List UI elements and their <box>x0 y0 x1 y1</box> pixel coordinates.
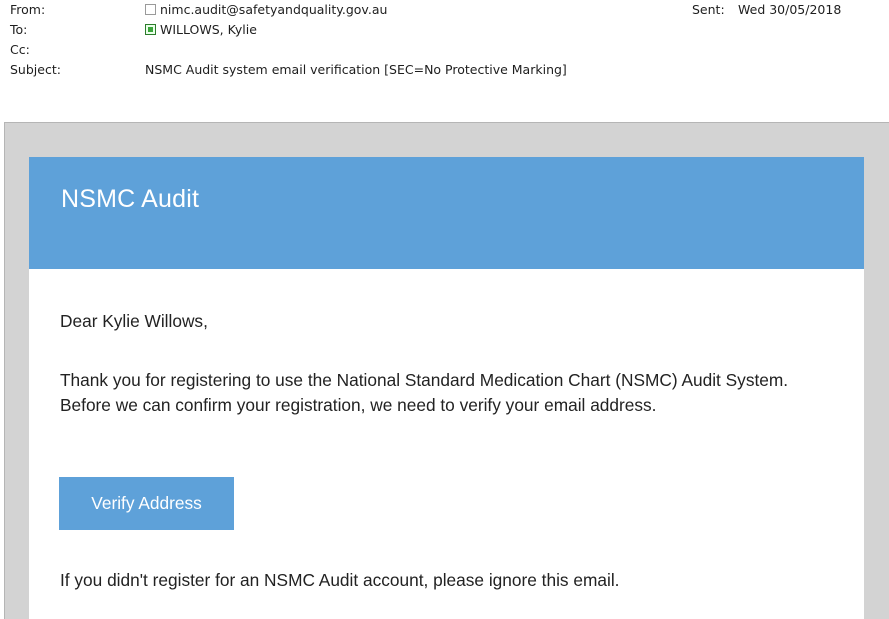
email-greeting: Dear Kylie Willows, <box>60 311 208 331</box>
subject-value: NSMC Audit system email verification [SE… <box>145 62 567 77</box>
message-header: From: nimc.audit@safetyandquality.gov.au… <box>0 0 889 122</box>
to-row: To: WILLOWS, Kylie <box>0 20 889 40</box>
email-banner: NSMC Audit <box>29 157 864 269</box>
from-address[interactable]: nimc.audit@safetyandquality.gov.au <box>160 2 387 17</box>
verify-address-button[interactable]: Verify Address <box>59 477 234 530</box>
email-banner-title: NSMC Audit <box>61 185 200 213</box>
to-value[interactable]: WILLOWS, Kylie <box>145 20 257 40</box>
presence-unknown-icon <box>145 4 156 15</box>
cc-row: Cc: <box>0 40 889 60</box>
cc-label: Cc: <box>10 42 30 57</box>
email-ignore-note: If you didn't register for an NSMC Audit… <box>60 570 620 590</box>
sent-value: Wed 30/05/2018 <box>738 2 842 17</box>
subject-label: Subject: <box>10 62 61 77</box>
sent-label: Sent: <box>692 2 725 17</box>
from-value[interactable]: nimc.audit@safetyandquality.gov.au <box>145 0 387 20</box>
to-label: To: <box>10 22 28 37</box>
to-recipient[interactable]: WILLOWS, Kylie <box>160 22 257 37</box>
email-intro: Thank you for registering to use the Nat… <box>60 370 789 415</box>
subject-row: Subject: NSMC Audit system email verific… <box>0 60 889 80</box>
from-row: From: nimc.audit@safetyandquality.gov.au… <box>0 0 889 20</box>
from-label: From: <box>10 2 46 17</box>
email-body: Dear Kylie Willows, Thank you for regist… <box>29 269 864 619</box>
presence-online-icon <box>145 24 156 35</box>
